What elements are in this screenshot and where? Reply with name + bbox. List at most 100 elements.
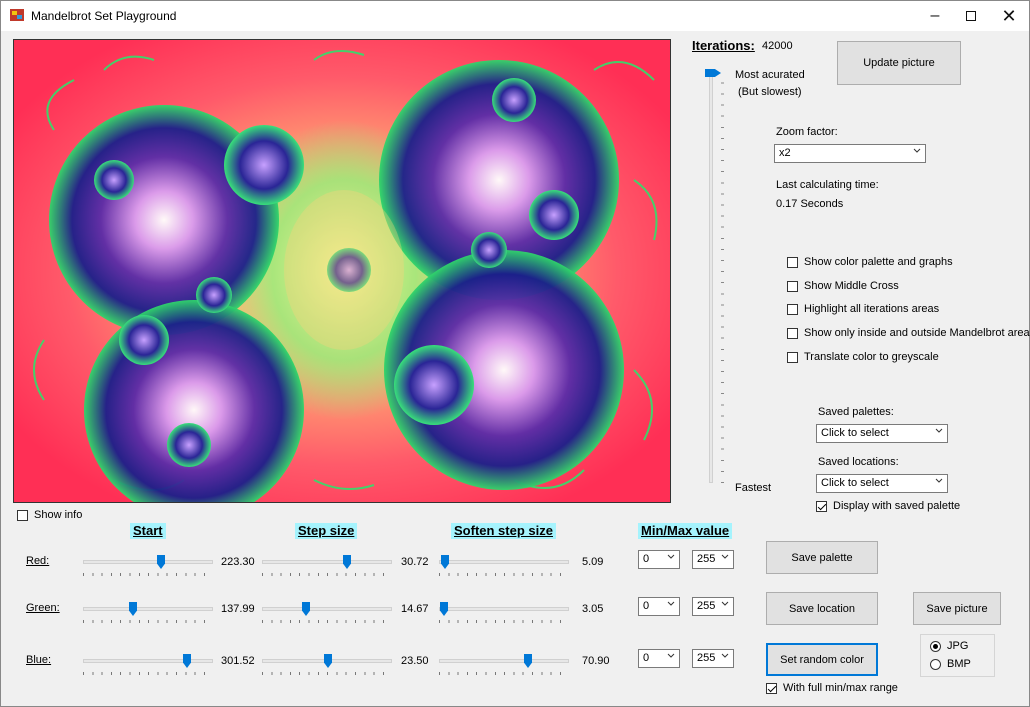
saved-locations-select[interactable]: Click to select xyxy=(816,474,948,493)
checkbox[interactable] xyxy=(787,280,798,292)
update-picture-button[interactable]: Update picture xyxy=(837,41,961,85)
checkbox[interactable] xyxy=(787,351,798,363)
show-info-label: Show info xyxy=(34,509,83,521)
checkbox[interactable] xyxy=(766,682,777,694)
channel-label-blue: Blue: xyxy=(26,654,52,666)
header-min-max: Min/Max value xyxy=(638,523,733,539)
save-picture-button[interactable]: Save picture xyxy=(913,592,1001,625)
red-start-slider-ticks xyxy=(83,573,213,576)
checkbox[interactable] xyxy=(787,256,798,268)
chevron-down-icon xyxy=(721,653,729,658)
header-soften-step-size: Soften step size xyxy=(451,523,556,539)
format-bmp-radio[interactable]: BMP xyxy=(930,658,971,670)
checkbox[interactable] xyxy=(787,303,798,315)
show-info-checkbox[interactable]: Show info xyxy=(17,509,82,521)
chevron-down-icon xyxy=(935,428,943,433)
red-step-slider-ticks xyxy=(262,573,392,576)
green-max-select[interactable]: 255 xyxy=(692,597,734,616)
minimize-icon[interactable]: – xyxy=(917,1,953,31)
radio-button[interactable] xyxy=(930,658,941,670)
title-bar[interactable]: Mandelbrot Set Playground – ✕ xyxy=(1,1,1029,31)
blue-start-slider-ticks xyxy=(83,672,213,675)
red-step-slider-thumb[interactable] xyxy=(343,555,351,569)
blue-soften-slider-ticks xyxy=(439,672,569,675)
header-start: Start xyxy=(130,523,166,539)
checkbox[interactable] xyxy=(787,327,798,339)
iterations-slider-track[interactable] xyxy=(709,73,713,483)
option-inside-outside[interactable]: Show only inside and outside Mandelbrot … xyxy=(787,327,1030,339)
option-highlight-iterations[interactable]: Highlight all iterations areas xyxy=(787,303,939,315)
blue-soften-slider-track[interactable] xyxy=(439,659,569,663)
save-location-button[interactable]: Save location xyxy=(766,592,878,625)
blue-max-select[interactable]: 255 xyxy=(692,649,734,668)
green-soften-slider-track[interactable] xyxy=(439,607,569,611)
chevron-down-icon xyxy=(721,601,729,606)
red-soften-value: 5.09 xyxy=(582,556,604,568)
option-label: Show color palette and graphs xyxy=(804,256,953,268)
calc-time-value: 0.17 Seconds xyxy=(776,198,844,210)
app-icon xyxy=(10,9,24,21)
blue-start-slider-track[interactable] xyxy=(83,659,213,663)
red-soften-slider-track[interactable] xyxy=(439,560,569,564)
blue-min-select[interactable]: 0 xyxy=(638,649,680,668)
green-step-slider-ticks xyxy=(262,620,392,623)
option-label: Show only inside and outside Mandelbrot … xyxy=(804,327,1030,339)
format-bmp-label: BMP xyxy=(947,658,971,670)
maximize-icon[interactable] xyxy=(953,1,989,31)
green-soften-slider-thumb[interactable] xyxy=(440,602,448,616)
calc-time-label: Last calculating time: xyxy=(776,179,879,191)
blue-step-slider-thumb[interactable] xyxy=(324,654,332,668)
green-start-slider-thumb[interactable] xyxy=(129,602,137,616)
blue-soften-slider-thumb[interactable] xyxy=(524,654,532,668)
radio-button[interactable] xyxy=(930,640,941,652)
saved-palettes-value: Click to select xyxy=(821,427,889,439)
iterations-top-sublabel: (But slowest) xyxy=(738,86,802,98)
blue-start-value: 301.52 xyxy=(221,655,255,667)
green-min-select[interactable]: 0 xyxy=(638,597,680,616)
blue-min-value: 0 xyxy=(643,652,650,664)
blue-step-slider-ticks xyxy=(262,672,392,675)
iterations-slider-ticks xyxy=(721,75,724,483)
green-step-slider-thumb[interactable] xyxy=(302,602,310,616)
option-label: Translate color to greyscale xyxy=(804,351,939,363)
full-range-checkbox[interactable]: With full min/max range xyxy=(766,682,898,694)
display-saved-palette-checkbox[interactable]: Display with saved palette xyxy=(816,500,960,512)
display-saved-palette-label: Display with saved palette xyxy=(833,500,961,512)
option-label: Highlight all iterations areas xyxy=(804,303,940,315)
close-icon[interactable]: ✕ xyxy=(991,1,1027,31)
option-greyscale[interactable]: Translate color to greyscale xyxy=(787,351,939,363)
blue-max-value: 255 xyxy=(697,652,716,664)
red-max-value: 255 xyxy=(697,553,716,565)
iterations-value: 42000 xyxy=(762,40,793,52)
red-step-slider-track[interactable] xyxy=(262,560,392,564)
green-start-slider-track[interactable] xyxy=(83,607,213,611)
red-start-slider-thumb[interactable] xyxy=(157,555,165,569)
option-middle-cross[interactable]: Show Middle Cross xyxy=(787,280,899,292)
red-min-select[interactable]: 0 xyxy=(638,550,680,569)
window-title: Mandelbrot Set Playground xyxy=(31,9,177,23)
green-step-slider-track[interactable] xyxy=(262,607,392,611)
green-soften-value: 3.05 xyxy=(582,603,604,615)
checkbox[interactable] xyxy=(816,500,827,512)
green-start-slider-ticks xyxy=(83,620,213,623)
chevron-down-icon xyxy=(667,601,675,606)
checkbox[interactable] xyxy=(17,509,28,521)
green-min-value: 0 xyxy=(643,600,650,612)
chevron-down-icon xyxy=(667,554,675,559)
red-soften-slider-thumb[interactable] xyxy=(441,555,449,569)
blue-start-slider-thumb[interactable] xyxy=(183,654,191,668)
option-label: Show Middle Cross xyxy=(804,280,899,292)
channel-label-green: Green: xyxy=(26,602,60,614)
app-window: Mandelbrot Set Playground – ✕ Iterations… xyxy=(0,0,1030,707)
iterations-slider-thumb[interactable] xyxy=(705,69,721,77)
red-start-slider-track[interactable] xyxy=(83,560,213,564)
red-max-select[interactable]: 255 xyxy=(692,550,734,569)
option-show-palette[interactable]: Show color palette and graphs xyxy=(787,256,953,268)
saved-palettes-select[interactable]: Click to select xyxy=(816,424,948,443)
save-palette-button[interactable]: Save palette xyxy=(766,541,878,574)
format-jpg-radio[interactable]: JPG xyxy=(930,640,968,652)
mandelbrot-picture[interactable] xyxy=(13,39,671,503)
zoom-factor-select[interactable]: x2 xyxy=(774,144,926,163)
red-soften-slider-ticks xyxy=(439,573,569,576)
set-random-color-button[interactable]: Set random color xyxy=(766,643,878,676)
